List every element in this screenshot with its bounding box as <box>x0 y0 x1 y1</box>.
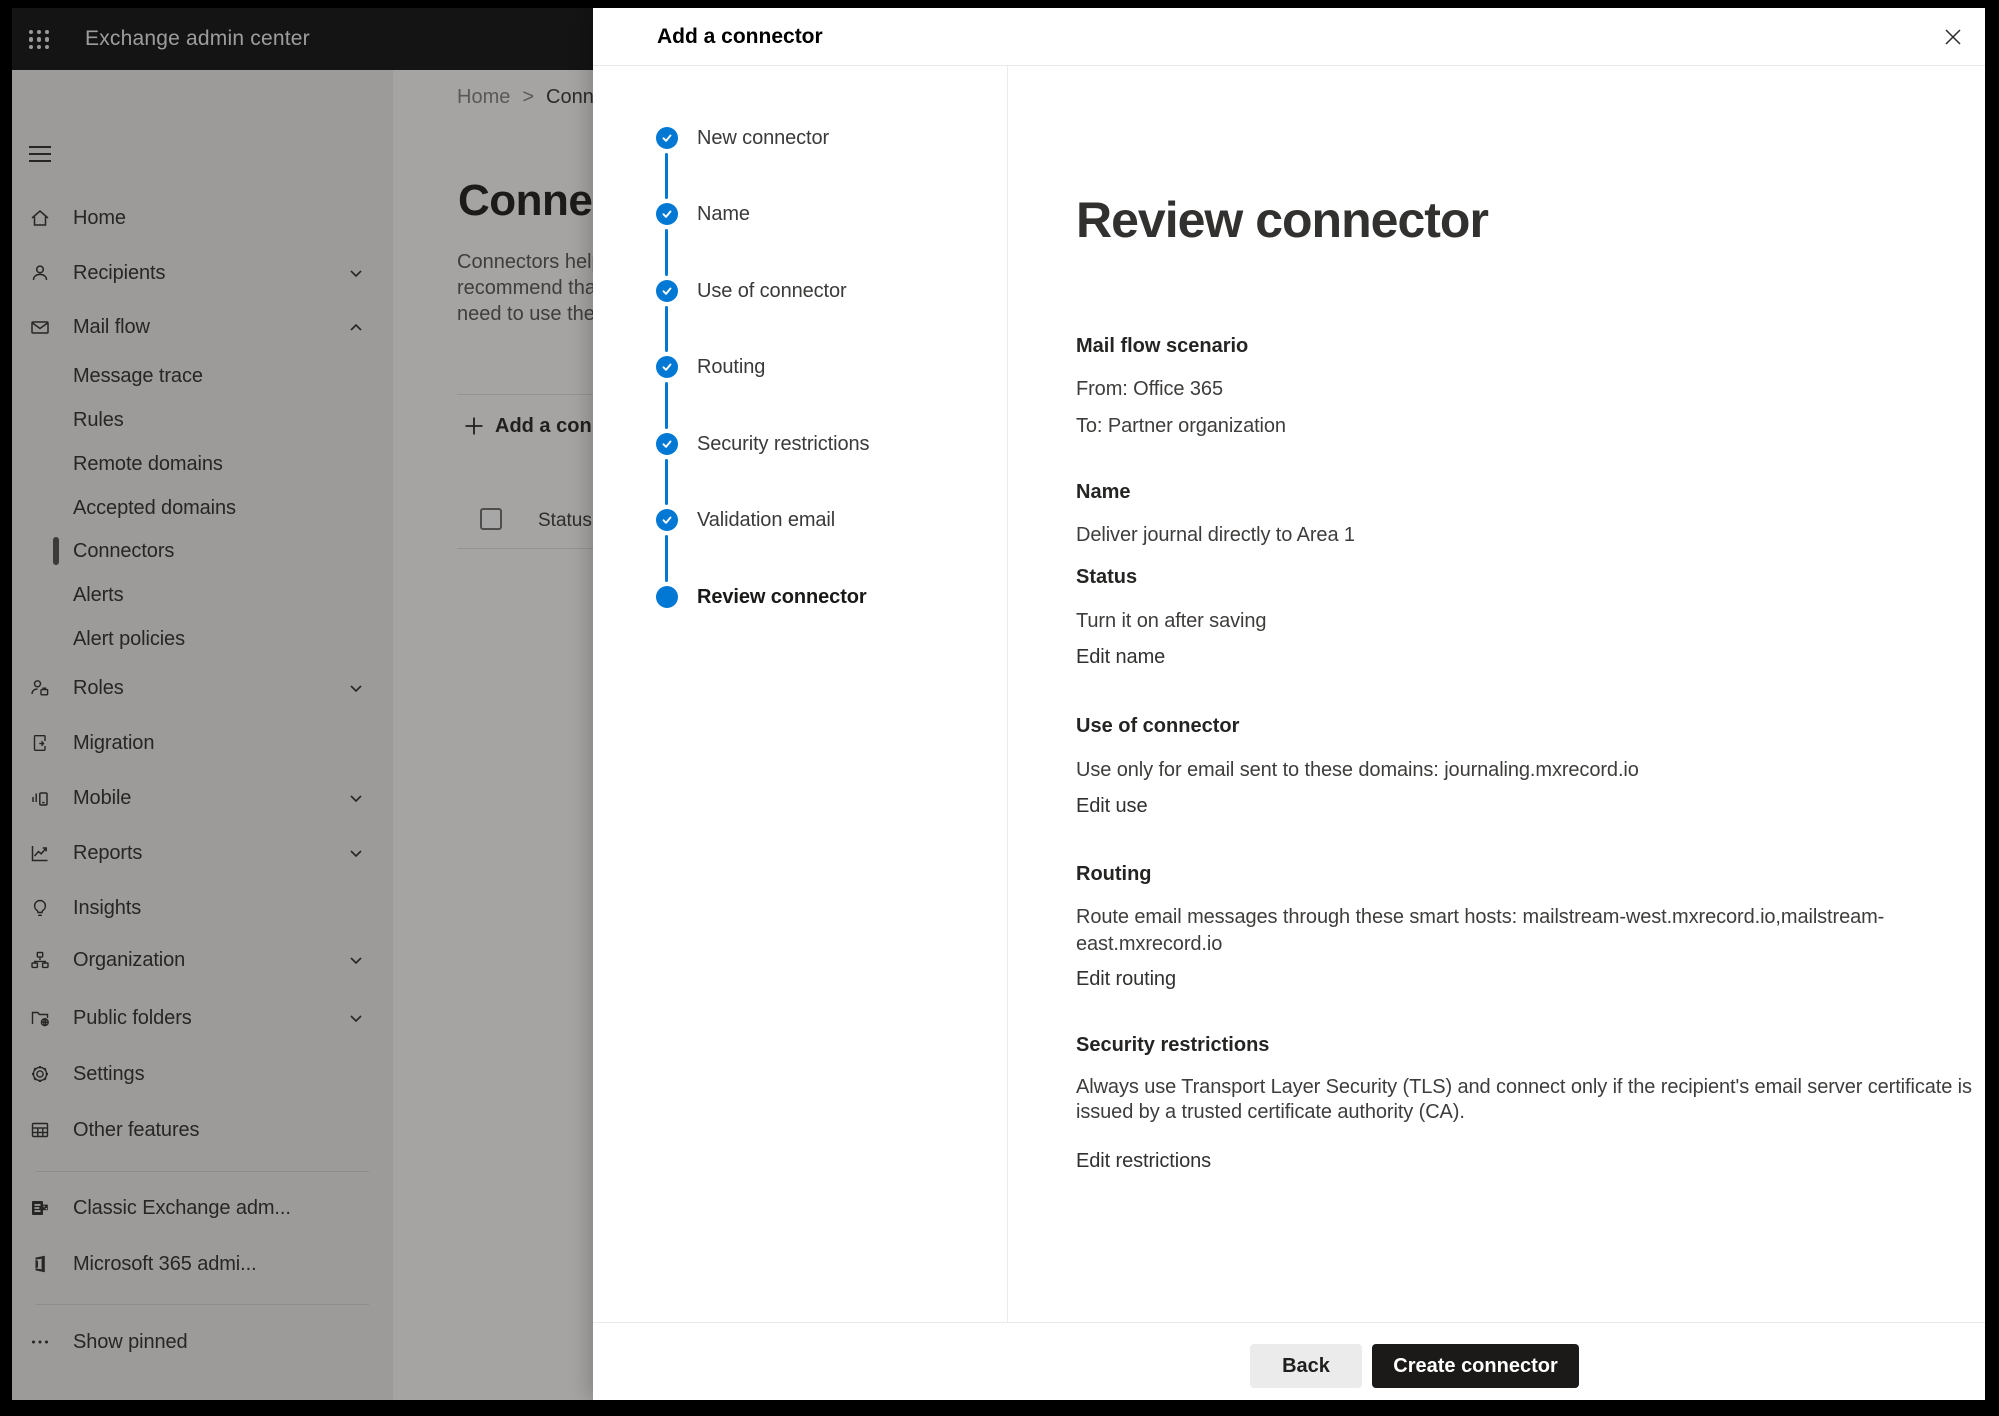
security-restrictions-value: Always use Transport Layer Security (TLS… <box>1076 1075 1999 1125</box>
use-of-connector-value: Use only for email sent to these domains… <box>1076 757 1639 783</box>
edit-restrictions-link[interactable]: Edit restrictions <box>1076 1148 1211 1174</box>
section-heading-mail-flow-scenario: Mail flow scenario <box>1076 333 1248 359</box>
step-connector-line <box>665 306 668 352</box>
section-heading-routing: Routing <box>1076 861 1152 887</box>
stepper-divider <box>1007 66 1008 1322</box>
panel-header: Add a connector <box>593 8 1985 66</box>
create-connector-button[interactable]: Create connector <box>1372 1344 1579 1388</box>
close-button[interactable] <box>1933 17 1973 57</box>
close-icon <box>1942 26 1964 48</box>
step-completed-check-icon <box>656 433 678 455</box>
add-connector-panel: Add a connector New connector Name Use o… <box>593 8 1985 1400</box>
step-connector-line <box>665 229 668 276</box>
review-heading: Review connector <box>1076 189 1488 251</box>
step-completed-check-icon <box>656 127 678 149</box>
step-connector-line <box>665 382 668 429</box>
step-current-dot-icon <box>656 586 678 608</box>
edit-name-link[interactable]: Edit name <box>1076 644 1165 670</box>
section-heading-name: Name <box>1076 479 1130 505</box>
step-completed-check-icon <box>656 356 678 378</box>
step-completed-check-icon <box>656 509 678 531</box>
step-completed-check-icon <box>656 203 678 225</box>
section-heading-use-of-connector: Use of connector <box>1076 713 1239 739</box>
status-value: Turn it on after saving <box>1076 608 1266 634</box>
connector-name-value: Deliver journal directly to Area 1 <box>1076 522 1355 548</box>
mail-flow-from-value: From: Office 365 <box>1076 376 1223 402</box>
step-completed-check-icon <box>656 280 678 302</box>
panel-title: Add a connector <box>657 8 823 66</box>
step-connector-line <box>665 153 668 199</box>
back-button[interactable]: Back <box>1250 1344 1362 1388</box>
section-heading-status: Status <box>1076 564 1137 590</box>
routing-value: Route email messages through these smart… <box>1076 904 1999 958</box>
step-connector-line <box>665 459 668 505</box>
section-heading-security-restrictions: Security restrictions <box>1076 1032 1269 1058</box>
footer-divider <box>593 1322 1985 1323</box>
step-connector-line <box>665 535 668 582</box>
mail-flow-to-value: To: Partner organization <box>1076 413 1286 439</box>
edit-use-link[interactable]: Edit use <box>1076 793 1147 819</box>
edit-routing-link[interactable]: Edit routing <box>1076 966 1176 992</box>
